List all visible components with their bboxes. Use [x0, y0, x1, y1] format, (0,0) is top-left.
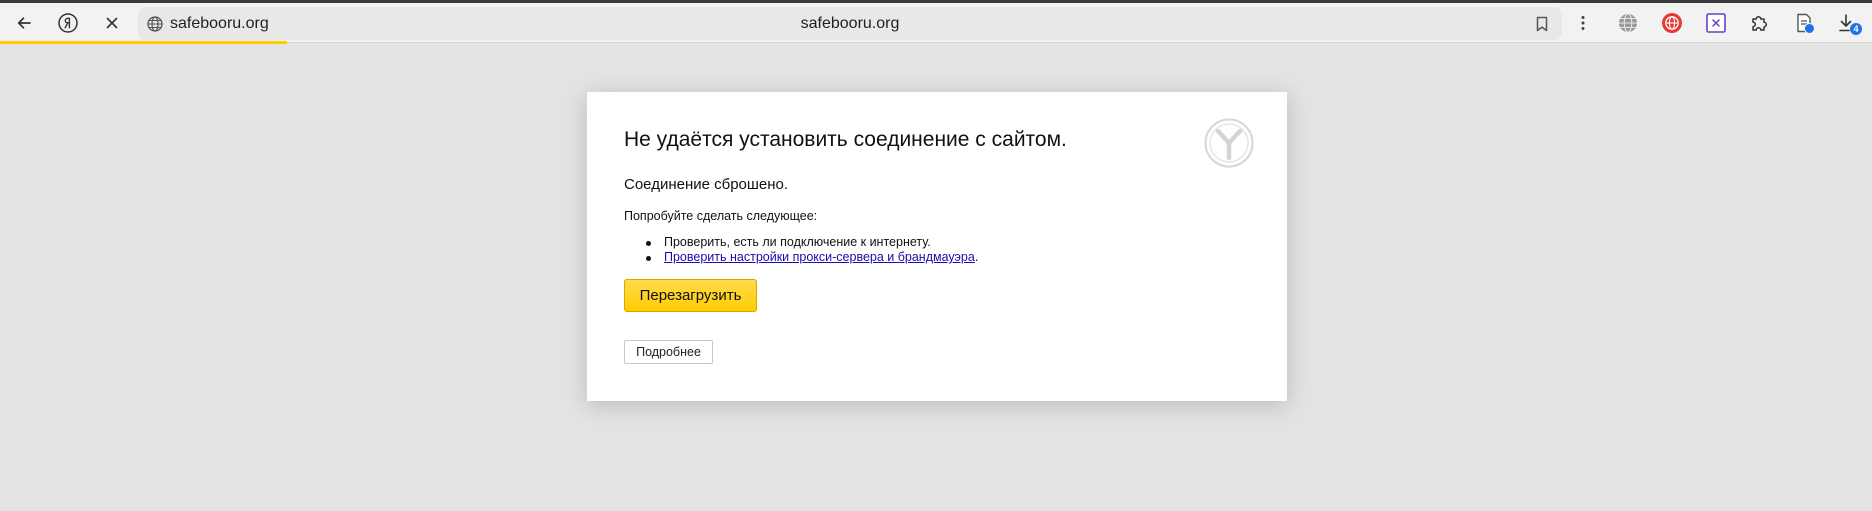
yandex-logo-icon: [58, 13, 78, 33]
download-count-badge: 4: [1850, 23, 1862, 35]
puzzle-icon: [1752, 15, 1768, 31]
globe-icon: [147, 16, 163, 32]
stop-icon: [106, 17, 118, 29]
status-badge: [1804, 23, 1815, 34]
suggestions-heading: Попробуйте сделать следующее:: [624, 209, 818, 223]
translate-icon: [1619, 13, 1637, 33]
tab-extension-icon: [1706, 13, 1726, 33]
vpn-extension-icon: [1662, 13, 1682, 33]
list-item: Проверить настройки прокси-сервера и бра…: [644, 250, 978, 265]
proxy-settings-link[interactable]: Проверить настройки прокси-сервера и бра…: [664, 250, 975, 264]
browser-toolbar: safebooru.org safebooru.org 4: [0, 3, 1872, 43]
address-bar[interactable]: safebooru.org safebooru.org: [138, 7, 1562, 40]
list-item: Проверить, есть ли подключение к интерне…: [644, 235, 978, 250]
suggestions-list: Проверить, есть ли подключение к интерне…: [644, 235, 978, 265]
download-icon: 4: [1837, 12, 1862, 35]
bookmark-icon[interactable]: [1532, 14, 1552, 34]
back-button[interactable]: [8, 7, 40, 39]
error-dialog: Не удаётся установить соединение с сайто…: [587, 92, 1287, 401]
suggestion-check-connection: Проверить, есть ли подключение к интерне…: [664, 235, 931, 249]
yandex-browser-logo-icon: [1204, 118, 1254, 168]
downloads-button[interactable]: 4: [1832, 7, 1864, 39]
reading-list-icon: [1793, 12, 1815, 34]
page-title: safebooru.org: [800, 15, 900, 32]
stop-loading-button[interactable]: [96, 7, 128, 39]
extensions-button[interactable]: [1744, 7, 1776, 39]
translate-button[interactable]: [1612, 7, 1644, 39]
details-button[interactable]: Подробнее: [624, 340, 713, 364]
vpn-extension-button[interactable]: [1656, 7, 1688, 39]
error-title: Не удаётся установить соединение с сайто…: [624, 128, 1067, 151]
tab-extension-button[interactable]: [1700, 7, 1732, 39]
page-load-progress: [0, 41, 287, 44]
more-menu-icon: [1581, 16, 1585, 30]
reload-button[interactable]: Перезагрузить: [624, 279, 757, 312]
error-subtitle: Соединение сброшено.: [624, 176, 789, 193]
suggestion-period: .: [974, 250, 979, 264]
address-host: safebooru.org: [170, 15, 269, 32]
more-menu-button[interactable]: [1568, 7, 1598, 39]
yandex-home-button[interactable]: [52, 7, 84, 39]
back-arrow-icon: [17, 17, 31, 29]
reading-list-button[interactable]: [1788, 7, 1820, 39]
